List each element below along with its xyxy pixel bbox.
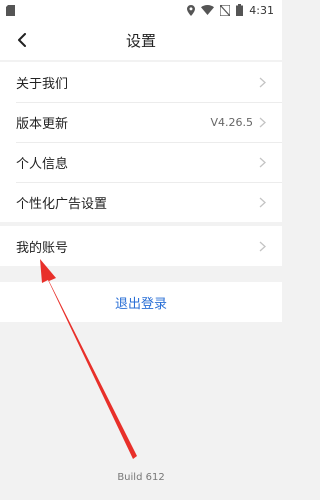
chevron-right-icon: [259, 157, 266, 167]
settings-group: 关于我们 版本更新 V4.26.5 个人信息 个性化广告设置: [0, 62, 282, 222]
chevron-left-icon: [18, 33, 26, 47]
logout-button[interactable]: 退出登录: [0, 282, 282, 322]
account-group: 我的账号: [0, 226, 282, 266]
settings-item-label: 版本更新: [16, 116, 69, 132]
chevron-right-icon: [259, 117, 266, 127]
chevron-right-icon: [259, 197, 266, 207]
build-number: Build 612: [117, 472, 165, 483]
settings-item-label: 个性化广告设置: [16, 196, 108, 212]
header: 设置: [0, 20, 282, 60]
settings-item-about-us[interactable]: 关于我们: [0, 62, 282, 102]
chevron-right-icon: [259, 77, 266, 87]
settings-item-my-account[interactable]: 我的账号: [0, 226, 282, 266]
battery-icon: [236, 4, 244, 16]
no-sim-icon: [220, 4, 231, 16]
settings-item-label: 我的账号: [16, 240, 69, 256]
sd-card-icon: [6, 4, 15, 16]
settings-item-label: 个人信息: [16, 156, 69, 172]
logout-label: 退出登录: [114, 296, 167, 312]
chevron-right-icon: [259, 241, 266, 251]
version-value: V4.26.5: [210, 115, 253, 129]
settings-item-label: 关于我们: [16, 76, 69, 92]
page-title: 设置: [125, 31, 156, 50]
settings-item-version-update[interactable]: 版本更新 V4.26.5: [0, 102, 282, 142]
location-icon: [187, 4, 196, 16]
back-button[interactable]: [10, 28, 34, 52]
status-time: 4:31: [249, 3, 274, 17]
status-bar: 4:31: [0, 0, 282, 20]
settings-item-personal-info[interactable]: 个人信息: [0, 142, 282, 182]
wifi-icon: [201, 5, 215, 15]
settings-item-personalized-ads[interactable]: 个性化广告设置: [0, 182, 282, 222]
